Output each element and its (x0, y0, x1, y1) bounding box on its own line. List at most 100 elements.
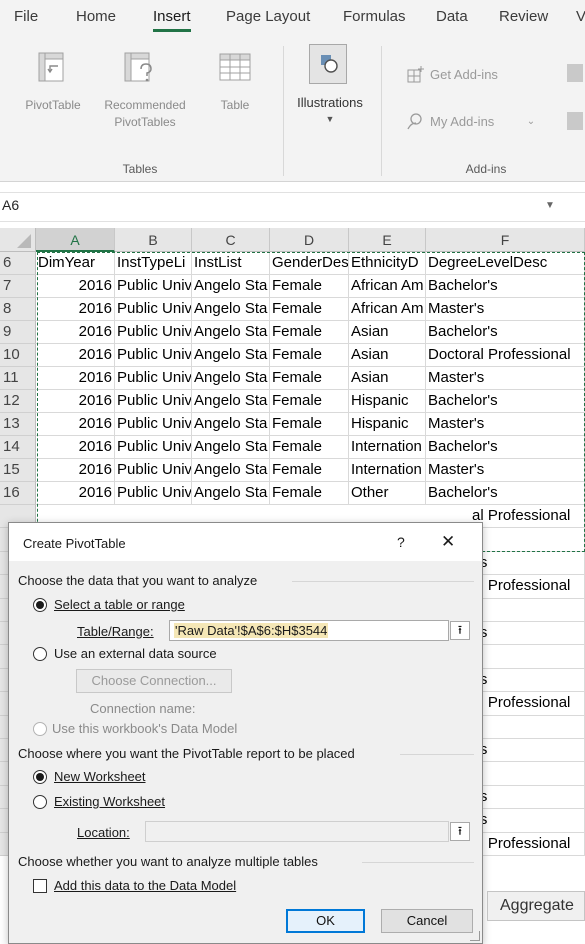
table-cell[interactable]: 2016 (36, 298, 115, 321)
table-cell[interactable]: Public Univ (115, 298, 192, 321)
table-cell[interactable]: Asian (349, 321, 426, 344)
table-cell[interactable]: Internation (349, 436, 426, 459)
table-cell[interactable]: r's (470, 739, 585, 763)
row-header[interactable]: 10 (0, 344, 36, 367)
table-cell[interactable]: r's (470, 551, 585, 576)
help-button[interactable]: ? (397, 534, 405, 550)
new-worksheet-radio[interactable] (33, 770, 47, 784)
header-cell[interactable]: InstTypeLi (115, 252, 192, 275)
ok-button[interactable]: OK (286, 909, 365, 933)
table-cell[interactable]: 2016 (36, 413, 115, 436)
table-cell[interactable]: Angelo Sta (192, 390, 270, 413)
table-cell[interactable]: s (470, 645, 585, 669)
people-graph-icon[interactable] (567, 112, 583, 130)
table-cell[interactable]: r's (470, 785, 585, 810)
table-cell[interactable]: Public Univ (115, 436, 192, 459)
table-cell[interactable]: Angelo Sta (192, 298, 270, 321)
header-cell[interactable]: DegreeLevelDesc (426, 252, 585, 275)
tab-data[interactable]: Data (436, 8, 468, 25)
data-model-radio[interactable] (33, 722, 47, 736)
column-header-d[interactable]: D (270, 228, 349, 252)
existing-worksheet-radio[interactable] (33, 795, 47, 809)
tab-insert[interactable]: Insert (153, 8, 191, 32)
select-all-corner[interactable] (0, 228, 36, 252)
column-header-b[interactable]: B (115, 228, 192, 252)
existing-worksheet-label[interactable]: Existing Worksheet (54, 794, 165, 809)
data-model-label[interactable]: Use this workbook's Data Model (52, 721, 237, 736)
table-cell[interactable]: Female (270, 298, 349, 321)
table-cell[interactable]: Angelo Sta (192, 275, 270, 298)
column-header-c[interactable]: C (192, 228, 270, 252)
tab-review[interactable]: Review (499, 8, 548, 25)
table-cell[interactable]: Other (349, 482, 426, 505)
table-cell[interactable]: Bachelor's (426, 436, 585, 459)
table-cell[interactable]: r's (470, 622, 585, 646)
table-cell[interactable]: Public Univ (115, 275, 192, 298)
dialog-titlebar[interactable]: Create PivotTable ? ✕ (9, 523, 482, 561)
external-source-label[interactable]: Use an external data source (54, 646, 217, 661)
table-cell[interactable]: Master's (426, 298, 585, 321)
table-cell[interactable]: s (470, 715, 585, 739)
table-cell[interactable]: Female (270, 390, 349, 413)
tab-file[interactable]: File (14, 8, 38, 25)
table-cell[interactable]: s (470, 762, 585, 786)
external-source-radio[interactable] (33, 647, 47, 661)
table-cell[interactable]: Public Univ (115, 482, 192, 505)
row-header[interactable]: 12 (0, 390, 36, 413)
table-cell[interactable]: Bachelor's (426, 321, 585, 344)
header-cell[interactable]: InstList (192, 252, 270, 275)
table-cell[interactable]: 2016 (36, 367, 115, 390)
header-cell[interactable]: GenderDes (270, 252, 349, 275)
table-cell[interactable]: Angelo Sta (192, 367, 270, 390)
table-cell[interactable]: Female (270, 321, 349, 344)
table-cell[interactable]: Female (270, 275, 349, 298)
column-header-a[interactable]: A (36, 228, 115, 252)
collapse-location-button[interactable]: ⭱ (450, 822, 470, 841)
table-cell[interactable]: Bachelor's (426, 275, 585, 298)
tab-formulas[interactable]: Formulas (343, 8, 406, 25)
table-cell[interactable]: Master's (426, 413, 585, 436)
table-cell[interactable]: Public Univ (115, 413, 192, 436)
row-header[interactable]: 13 (0, 413, 36, 436)
resize-grip-icon[interactable] (470, 931, 480, 941)
table-cell[interactable]: 2016 (36, 275, 115, 298)
table-cell[interactable]: 2016 (36, 390, 115, 413)
table-cell[interactable]: 2016 (36, 482, 115, 505)
table-cell[interactable]: Angelo Sta (192, 436, 270, 459)
tab-view[interactable]: V (576, 8, 585, 25)
row-header[interactable]: 7 (0, 275, 36, 298)
table-cell[interactable]: 2016 (36, 321, 115, 344)
table-cell[interactable]: Public Univ (115, 390, 192, 413)
add-to-data-model-checkbox[interactable] (33, 879, 47, 893)
table-cell[interactable]: Public Univ (115, 321, 192, 344)
table-cell[interactable]: Asian (349, 344, 426, 367)
table-cell[interactable]: s (470, 598, 585, 622)
column-header-e[interactable]: E (349, 228, 426, 252)
table-cell[interactable]: 2016 (36, 436, 115, 459)
table-cell[interactable]: Bachelor's (426, 390, 585, 413)
row-header[interactable]: 9 (0, 321, 36, 344)
table-cell[interactable]: Master's (426, 367, 585, 390)
new-worksheet-label[interactable]: New Worksheet (54, 769, 146, 784)
table-cell[interactable]: Internation (349, 459, 426, 482)
table-cell[interactable]: Female (270, 413, 349, 436)
collapse-range-button[interactable]: ⭱ (450, 621, 470, 640)
table-cell[interactable]: Angelo Sta (192, 344, 270, 367)
table-range-input[interactable]: 'Raw Data'!$A$6:$H$3544 (169, 620, 449, 641)
chevron-down-icon[interactable]: ▼ (545, 200, 555, 211)
table-cell[interactable]: al Professional (470, 692, 585, 716)
header-cell[interactable]: EthnicityD (349, 252, 426, 275)
table-cell[interactable]: Female (270, 482, 349, 505)
table-cell[interactable]: Angelo Sta (192, 482, 270, 505)
table-cell[interactable]: Asian (349, 367, 426, 390)
table-cell[interactable]: Hispanic (349, 390, 426, 413)
table-cell[interactable]: r's (470, 809, 585, 833)
table-cell[interactable]: Master's (426, 459, 585, 482)
select-range-radio[interactable] (33, 598, 47, 612)
table-cell[interactable]: Female (270, 344, 349, 367)
close-button[interactable]: ✕ (441, 532, 455, 552)
row-header[interactable]: 6 (0, 252, 36, 275)
table-cell[interactable]: African Am (349, 298, 426, 321)
tab-home[interactable]: Home (76, 8, 116, 25)
header-cell[interactable]: DimYear (36, 252, 115, 275)
